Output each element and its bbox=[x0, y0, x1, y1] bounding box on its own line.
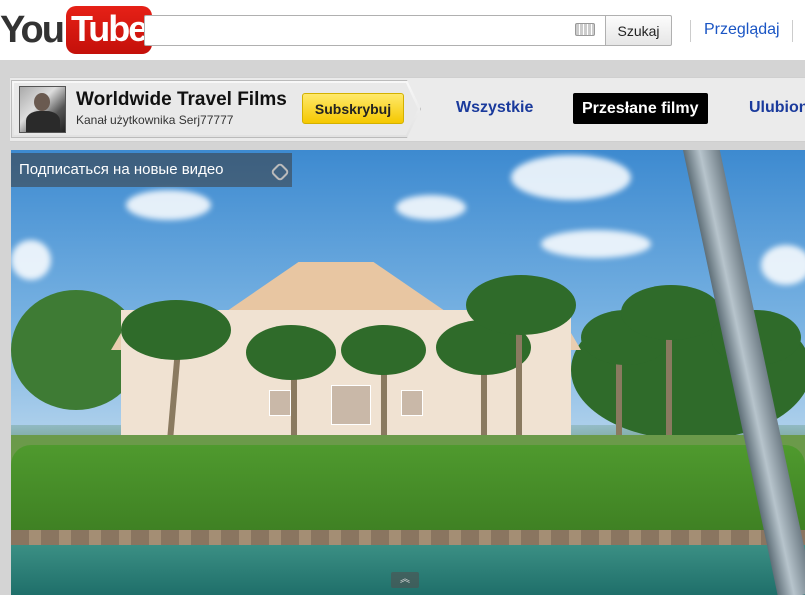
cloud bbox=[396, 195, 466, 220]
tab-favorites[interactable]: Ulubione bbox=[749, 91, 805, 125]
link-icon[interactable] bbox=[270, 162, 290, 182]
palm-fronds bbox=[466, 275, 576, 335]
avatar-head bbox=[34, 93, 50, 111]
palm-fronds bbox=[341, 325, 426, 375]
logo-tube-text: Tube bbox=[65, 6, 153, 54]
divider bbox=[690, 20, 691, 42]
top-bar: You Tube Szukaj Przeglądaj bbox=[0, 0, 805, 60]
subscribe-button[interactable]: Subskrybuj bbox=[302, 93, 404, 124]
palm-trunk bbox=[666, 325, 672, 450]
channel-tabs: Wszystkie Przesłane filmy Ulubione bbox=[430, 91, 805, 125]
video-player[interactable]: Подписаться на новые видео ︽ bbox=[11, 150, 805, 595]
keyboard-icon[interactable] bbox=[575, 23, 595, 36]
subscribe-overlay[interactable]: Подписаться на новые видео bbox=[11, 153, 292, 187]
palm-fronds bbox=[121, 300, 231, 360]
search-input[interactable] bbox=[144, 15, 606, 46]
channel-title[interactable]: Worldwide Travel Films bbox=[76, 89, 287, 111]
divider bbox=[792, 20, 793, 42]
tab-uploads[interactable]: Przesłane filmy bbox=[573, 93, 708, 124]
channel-subtitle: Kanał użytkownika Serj77777 bbox=[76, 113, 234, 127]
cloud bbox=[11, 240, 51, 280]
overlay-text[interactable]: Подписаться на новые видео bbox=[19, 161, 224, 178]
house-window bbox=[269, 390, 291, 416]
chevron-up-icon[interactable]: ︽ bbox=[391, 572, 419, 588]
palm-fronds bbox=[621, 285, 721, 340]
logo-you-text: You bbox=[0, 8, 65, 51]
channel-avatar[interactable] bbox=[19, 86, 66, 133]
browse-link[interactable]: Przeglądaj bbox=[704, 21, 780, 39]
cloud bbox=[511, 155, 631, 200]
search-button[interactable]: Szukaj bbox=[605, 15, 672, 46]
cloud bbox=[541, 230, 651, 258]
cloud bbox=[761, 245, 805, 285]
hedge bbox=[11, 445, 805, 540]
cloud bbox=[126, 190, 211, 220]
house-window bbox=[401, 390, 423, 416]
house-window bbox=[331, 385, 371, 425]
palm-fronds bbox=[246, 325, 336, 380]
tab-all[interactable]: Wszystkie bbox=[456, 91, 533, 125]
avatar-body bbox=[26, 111, 60, 132]
youtube-logo[interactable]: You Tube bbox=[0, 5, 153, 55]
